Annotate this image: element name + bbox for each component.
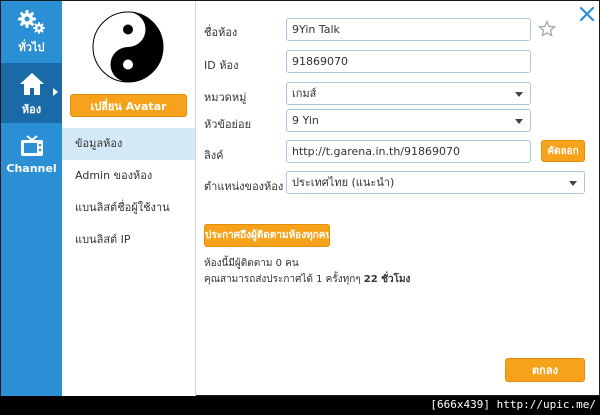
star-icon[interactable] — [538, 20, 556, 38]
menu-item-ban-list-ip[interactable]: แบนลิสต์ IP — [62, 224, 195, 256]
room-id-field[interactable] — [286, 50, 531, 73]
avatar — [90, 9, 166, 85]
room-sidebar: เปลี่ยน Avatar ข้อมูลห้อง Admin ของห้อง … — [62, 1, 196, 397]
menu-item-room-admins[interactable]: Admin ของห้อง — [62, 160, 195, 192]
announce-limit-text: คุณสามารถส่งประกาศได้ 1 ครั้งทุกๆ 22 ชั่… — [204, 272, 410, 287]
image-host-watermark-bar: [666x439] http://upic.me/ — [0, 396, 600, 415]
chevron-down-icon — [515, 92, 523, 97]
announce-limit-prefix: คุณสามารถส่งประกาศได้ 1 ครั้งทุกๆ — [204, 274, 364, 285]
room-id-label: ID ห้อง — [204, 59, 239, 72]
subtopic-select[interactable]: 9 Yin — [286, 109, 531, 132]
rail-item-label: Channel — [6, 162, 57, 175]
location-label: ตำแหน่งของห้อง — [204, 180, 284, 193]
menu-item-room-info[interactable]: ข้อมูลห้อง — [62, 128, 195, 160]
announce-limit-hours: 22 ชั่วโมง — [363, 274, 411, 285]
rail-item-channel[interactable]: Channel — [1, 125, 62, 185]
subtopic-selected-value: 9 Yin — [292, 114, 319, 127]
yin-yang-icon — [92, 11, 164, 83]
room-link-field[interactable] — [286, 140, 531, 163]
room-name-input[interactable] — [286, 18, 531, 41]
location-selected-value: ประเทศไทย (แนะนำ) — [292, 176, 395, 189]
gears-icon — [1, 9, 62, 35]
close-icon[interactable] — [578, 5, 596, 23]
menu-item-ban-list-users[interactable]: แบนลิสต์ชื่อผู้ใช้งาน — [62, 192, 195, 224]
category-select[interactable]: เกมส์ — [286, 82, 531, 105]
category-rail: ทั่วไป ห้อง Channel — [1, 1, 62, 397]
link-label: ลิงค์ — [204, 149, 224, 162]
chevron-down-icon — [515, 119, 523, 124]
tv-icon — [1, 133, 62, 159]
rail-item-general[interactable]: ทั่วไป — [1, 1, 62, 61]
rail-item-room[interactable]: ห้อง — [1, 63, 62, 123]
room-settings-window: ทั่วไป ห้อง Channel เปลี่ยน Avatar ข้อมู… — [0, 0, 600, 397]
caret-right-icon — [53, 88, 58, 96]
location-select[interactable]: ประเทศไทย (แนะนำ) — [286, 171, 585, 194]
subtopic-label: หัวข้อย่อย — [204, 118, 252, 131]
category-selected-value: เกมส์ — [292, 87, 317, 100]
announce-to-followers-button[interactable]: ประกาศถึงผู้ติดตามห้องทุกคน — [204, 224, 330, 247]
change-avatar-button[interactable]: เปลี่ยน Avatar — [70, 94, 187, 117]
ok-button[interactable]: ตกลง — [505, 358, 585, 382]
rail-item-label: ทั่วไป — [18, 41, 45, 54]
room-settings-menu: ข้อมูลห้อง Admin ของห้อง แบนลิสต์ชื่อผู้… — [62, 128, 195, 256]
chevron-down-icon — [569, 181, 577, 186]
room-name-label: ชื่อห้อง — [204, 26, 238, 39]
followers-count-text: ห้องนี้มีผู้ติดตาม 0 คน — [204, 258, 299, 269]
rail-item-label: ห้อง — [21, 103, 42, 116]
watermark-text: [666x439] http://upic.me/ — [430, 398, 596, 411]
copy-link-button[interactable]: คัดลอก — [541, 140, 585, 162]
category-label: หมวดหมู่ — [204, 91, 247, 104]
